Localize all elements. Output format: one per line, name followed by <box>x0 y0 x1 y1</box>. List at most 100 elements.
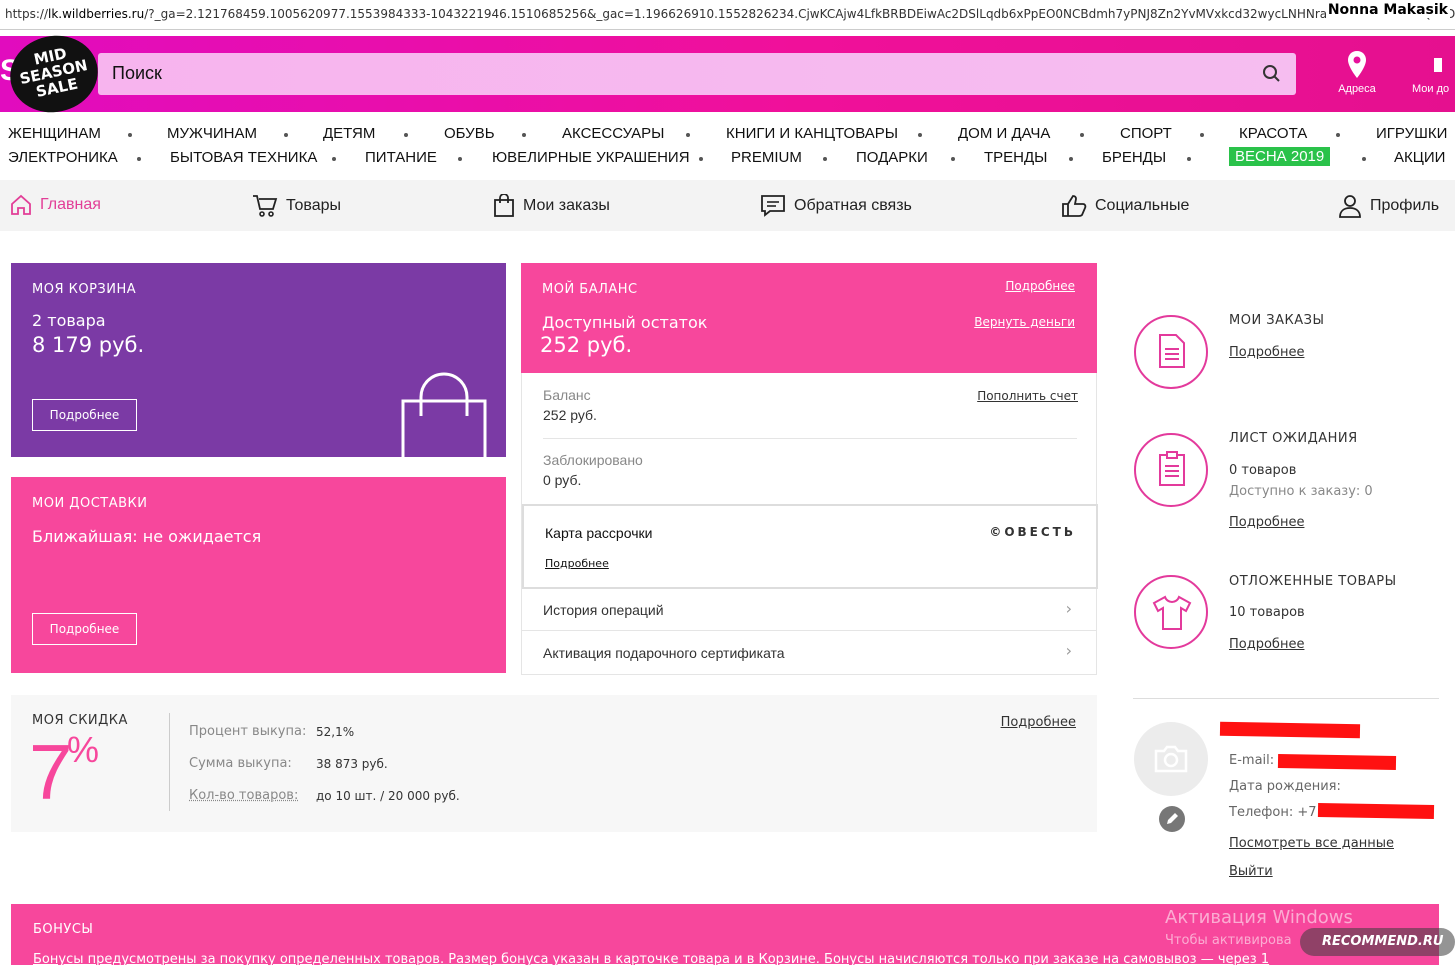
category-link[interactable]: АКЦИИ <box>1394 149 1445 166</box>
category-link[interactable]: ДЕТЯМ <box>323 125 375 142</box>
balance-value: 252 руб. <box>543 407 597 423</box>
email-label: E-mail: <box>1229 753 1275 768</box>
waitlist-count: 0 товаров <box>1229 463 1297 478</box>
account-nav: Главная Товары Мои заказы Обратная связь… <box>0 180 1455 231</box>
discount-more-link[interactable]: Подробнее <box>1001 715 1076 730</box>
category-link[interactable]: СПОРТ <box>1120 125 1172 142</box>
category-link[interactable]: ОБУВЬ <box>444 125 495 142</box>
separator-dot <box>951 157 955 161</box>
category-link[interactable]: АКСЕССУАРЫ <box>562 125 664 142</box>
nav-label: Товары <box>286 197 342 214</box>
postponed-more-link[interactable]: Подробнее <box>1229 637 1304 652</box>
discount-unit: % <box>67 729 100 770</box>
category-link[interactable]: ИГРУШКИ <box>1376 125 1447 142</box>
url-prefix: https:// <box>5 7 49 21</box>
discount-title: МОЯ СКИДКА <box>32 713 128 728</box>
redacted-phone <box>1317 802 1435 820</box>
postponed-count: 10 товаров <box>1229 605 1305 620</box>
deliveries-button[interactable]: Мои до <box>1412 50 1455 95</box>
waitlist-available: Доступно к заказу: 0 <box>1229 484 1373 499</box>
discount-card: МОЯ СКИДКА 7 % Процент выкупа: 52,1% Сум… <box>11 695 1097 832</box>
sale-badge[interactable]: MID SEASON SALE <box>3 27 105 121</box>
category-link[interactable]: БРЕНДЫ <box>1102 149 1166 166</box>
nav-orders[interactable]: Мои заказы <box>493 194 610 218</box>
postponed-circle[interactable] <box>1134 575 1208 649</box>
category-link[interactable]: ПИТАНИЕ <box>365 149 437 166</box>
separator-dot <box>1362 157 1366 161</box>
category-link-spring[interactable]: ВЕСНА 2019 <box>1229 147 1331 166</box>
balance-more-link[interactable]: Подробнее <box>1005 279 1075 293</box>
view-all-link[interactable]: Посмотреть все данные <box>1229 836 1394 851</box>
bonuses-text: Бонусы предусмотрены за покупку определе… <box>33 952 1270 965</box>
divider <box>543 438 1077 439</box>
cart-sum: 8 179 руб. <box>32 333 145 357</box>
certificate-link[interactable]: Активация подарочного сертификата <box>543 645 1043 661</box>
addresses-button[interactable]: Адреса <box>1336 50 1378 95</box>
nav-label: Профиль <box>1370 197 1440 214</box>
refund-link[interactable]: Вернуть деньги <box>974 315 1075 329</box>
category-link[interactable]: PREMIUM <box>731 149 802 166</box>
balance-card: МОЙ БАЛАНС Подробнее Доступный остаток В… <box>521 263 1097 373</box>
discount-label: Сумма выкупа: <box>189 756 292 771</box>
redacted-email <box>1277 753 1397 771</box>
category-link[interactable]: ПОДАРКИ <box>856 149 928 166</box>
search-input[interactable]: Поиск <box>98 53 1296 95</box>
nav-profile[interactable]: Профиль <box>1338 194 1439 218</box>
balance-title: МОЙ БАЛАНС <box>542 282 638 297</box>
nav-feedback[interactable]: Обратная связь <box>760 194 912 218</box>
nav-home[interactable]: Главная <box>10 194 101 216</box>
deliveries-card: МОИ ДОСТАВКИ Ближайшая: не ожидается Под… <box>11 477 506 673</box>
search-icon[interactable] <box>1262 64 1282 84</box>
nav-label: Мои заказы <box>523 197 610 214</box>
blocked-label: Заблокировано <box>543 452 643 468</box>
redacted-name <box>1219 721 1361 739</box>
url-rest: /?_ga=2.121768459.1005620977.1553984333-… <box>144 7 1455 21</box>
waitlist-circle[interactable] <box>1134 433 1208 507</box>
address-bar[interactable]: https://lk.wildberries.ru/?_ga=2.1217684… <box>0 0 1455 30</box>
installment-label: Карта рассрочки <box>545 525 653 541</box>
separator-dot <box>918 133 922 137</box>
orders-title: МОИ ЗАКАЗЫ <box>1229 313 1325 328</box>
category-menu: ЖЕНЩИНАМ МУЖЧИНАМ ДЕТЯМ ОБУВЬ АКСЕССУАРЫ… <box>0 122 1455 172</box>
category-link[interactable]: ТРЕНДЫ <box>984 149 1047 166</box>
nav-label: Обратная связь <box>794 197 912 214</box>
bag-icon <box>494 194 514 217</box>
history-link[interactable]: История операций <box>543 602 1043 618</box>
separator-dot <box>1187 157 1191 161</box>
chevron-right-icon: › <box>1065 599 1072 618</box>
logout-link[interactable]: Выйти <box>1229 864 1273 879</box>
category-link[interactable]: ЮВЕЛИРНЫЕ УКРАШЕНИЯ <box>492 149 690 166</box>
avatar[interactable] <box>1134 722 1208 796</box>
windows-activation-watermark: Активация Windows <box>1165 907 1353 928</box>
category-link[interactable]: КРАСОТА <box>1239 125 1307 142</box>
separator-dot <box>137 157 141 161</box>
category-link[interactable]: КНИГИ И КАНЦТОВАРЫ <box>726 125 898 142</box>
deliveries-more-button[interactable]: Подробнее <box>32 613 137 645</box>
separator-dot <box>284 133 288 137</box>
waitlist-more-link[interactable]: Подробнее <box>1229 515 1304 530</box>
bonuses-title: БОНУСЫ <box>33 922 94 937</box>
edit-avatar-button[interactable] <box>1159 806 1185 832</box>
category-link[interactable]: ДОМ И ДАЧА <box>958 125 1050 142</box>
deliveries-title: МОИ ДОСТАВКИ <box>32 496 148 511</box>
topup-link[interactable]: Пополнить счет <box>977 389 1078 403</box>
nav-goods[interactable]: Товары <box>252 194 341 218</box>
orders-more-link[interactable]: Подробнее <box>1229 345 1304 360</box>
document-icon <box>1159 334 1185 368</box>
tshirt-icon <box>1152 595 1192 630</box>
category-link[interactable]: ЭЛЕКТРОНИКА <box>8 149 118 166</box>
truck-icon <box>1434 58 1442 72</box>
separator-dot <box>128 133 132 137</box>
category-link[interactable]: БЫТОВАЯ ТЕХНИКА <box>170 149 317 166</box>
installment-more-link[interactable]: Подробнее <box>545 557 609 570</box>
cart-more-button[interactable]: Подробнее <box>32 399 137 431</box>
user-name: Nonna Makasik <box>1325 2 1450 18</box>
search-placeholder: Поиск <box>112 63 162 83</box>
discount-label: Кол-во товаров: <box>189 788 299 803</box>
orders-circle[interactable] <box>1134 315 1208 389</box>
category-link[interactable]: МУЖЧИНАМ <box>167 125 257 142</box>
divider <box>522 630 1096 631</box>
category-link[interactable]: ЖЕНЩИНАМ <box>8 125 101 142</box>
balance-label: Баланс <box>543 387 591 403</box>
nav-social[interactable]: Социальные <box>1061 194 1189 218</box>
